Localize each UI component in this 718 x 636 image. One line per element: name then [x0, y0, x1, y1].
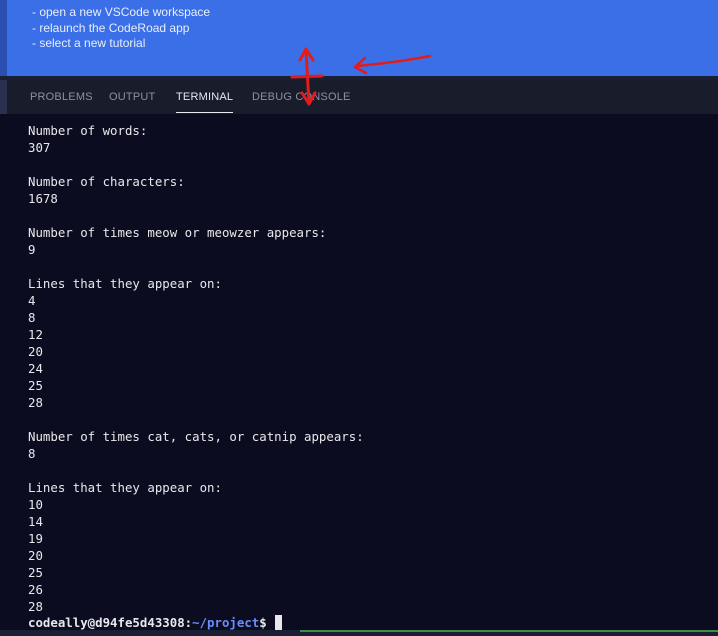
tab-problems[interactable]: PROBLEMS	[30, 91, 93, 103]
terminal-line: Number of times cat, cats, or catnip app…	[28, 429, 364, 444]
terminal-line: 307	[28, 140, 51, 155]
status-indicator-line	[300, 630, 718, 632]
tab-debug-console[interactable]: DEBUG CONSOLE	[252, 91, 351, 103]
terminal-line: Number of times meow or meowzer appears:	[28, 225, 327, 240]
terminal-line: 28	[28, 395, 43, 410]
terminal-line: 9	[28, 242, 36, 257]
terminal-line: 19	[28, 531, 43, 546]
terminal-line: 4	[28, 293, 36, 308]
terminal-line: 20	[28, 344, 43, 359]
banner-item: - relaunch the CodeRoad app	[32, 20, 190, 35]
tab-output[interactable]: OUTPUT	[109, 91, 155, 103]
prompt-separator: :	[184, 615, 193, 630]
prompt-path: ~/project	[192, 615, 260, 630]
terminal-line: 25	[28, 378, 43, 393]
terminal-line: 8	[28, 446, 36, 461]
terminal-line: 1678	[28, 191, 58, 206]
terminal-line: Number of words:	[28, 123, 148, 138]
terminal-line: 25	[28, 565, 43, 580]
terminal-line: 20	[28, 548, 43, 563]
prompt-user-host: codeally@d94fe5d43308	[28, 615, 185, 630]
terminal-line: 12	[28, 327, 43, 342]
terminal-line: Lines that they appear on:	[28, 276, 222, 291]
banner-item: - select a new tutorial	[32, 36, 146, 50]
terminal-line: 8	[28, 310, 36, 325]
terminal-line: Number of characters:	[28, 174, 185, 189]
terminal-line: 14	[28, 514, 43, 529]
banner-accent	[0, 0, 7, 76]
terminal-line: 10	[28, 497, 43, 512]
terminal-view[interactable]: Number of words: 307 Number of characters:…	[0, 114, 718, 630]
banner-item: - open a new VSCode workspace	[32, 5, 211, 19]
terminal-line: 28	[28, 599, 43, 614]
prompt-symbol: $	[259, 615, 267, 630]
tab-terminal[interactable]: TERMINAL	[176, 91, 234, 113]
terminal-line: Lines that they appear on:	[28, 480, 222, 495]
banner-instructions: - open a new VSCode workspace - relaunch…	[32, 5, 210, 52]
terminal-output: Number of words: 307 Number of characters:…	[28, 122, 364, 615]
bottom-border	[0, 630, 718, 636]
terminal-cursor	[274, 615, 282, 630]
terminal-line: 24	[28, 361, 43, 376]
terminal-prompt[interactable]: codeally@d94fe5d43308:~/project$	[28, 614, 282, 631]
panel-tab-bar: PROBLEMS OUTPUT TERMINAL DEBUG CONSOLE	[0, 80, 718, 114]
terminal-line: 26	[28, 582, 43, 597]
coderoad-banner: - open a new VSCode workspace - relaunch…	[0, 0, 718, 76]
